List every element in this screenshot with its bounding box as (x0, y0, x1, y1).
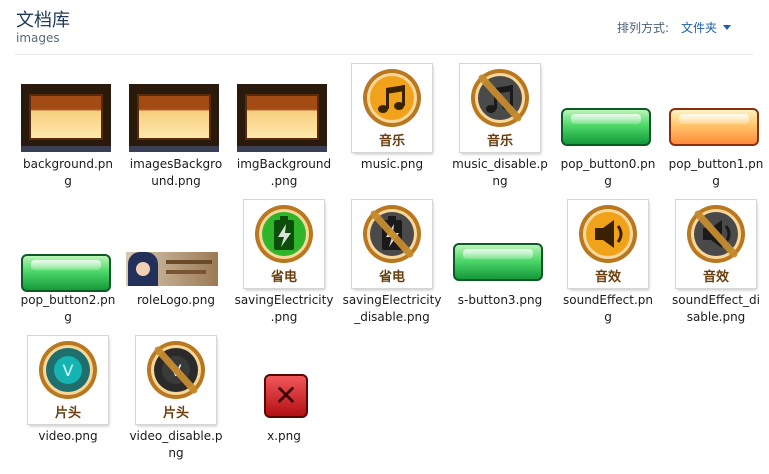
icon-caption: 音乐 (486, 134, 513, 149)
file-thumbnail[interactable]: 省电 (232, 198, 336, 292)
file-name-label[interactable]: x.png (232, 428, 336, 445)
file-thumbnail[interactable]: ✕ (232, 334, 336, 428)
file-item[interactable]: imagesBackgro und.png (124, 62, 228, 190)
file-thumbnail[interactable] (16, 62, 120, 156)
file-thumbnail[interactable]: V 片头 (124, 334, 228, 428)
green-button-preview (561, 108, 651, 146)
battery-icon: 省电 (352, 200, 432, 288)
file-name-label[interactable]: soundEffect.pn g (556, 292, 660, 326)
file-name-label[interactable]: savingElectricity _disable.png (340, 292, 444, 326)
background-image-thumbnail (21, 84, 111, 152)
file-name-label[interactable]: soundEffect_di sable.png (664, 292, 768, 326)
file-name-label[interactable]: music.png (340, 156, 444, 173)
file-name-label[interactable]: pop_button2.pn g (16, 292, 120, 326)
arrange-by-dropdown[interactable]: 文件夹 (681, 21, 717, 35)
file-thumbnail[interactable]: V 片头 (16, 334, 120, 428)
arrange-by-label: 排列方式: (616, 21, 669, 35)
icon-caption: 音效 (594, 270, 621, 285)
file-thumbnail[interactable]: 省电 (340, 198, 444, 292)
file-item[interactable]: roleLogo.png (124, 198, 228, 309)
file-thumbnail[interactable] (16, 198, 120, 292)
file-thumbnail[interactable] (232, 62, 336, 156)
icon-caption: 片头 (162, 406, 189, 421)
file-item[interactable]: V 片头 video_disable.png (124, 334, 228, 462)
file-name-label[interactable]: s-button3.png (448, 292, 552, 309)
library-header: 文档库 images 排列方式: 文件夹 (0, 0, 769, 54)
file-thumbnail[interactable] (448, 198, 552, 292)
icon-caption: 音效 (702, 270, 729, 285)
music-icon: 音乐 (460, 64, 540, 152)
file-name-label[interactable]: pop_button0.pn g (556, 156, 660, 190)
file-item[interactable]: 省电 savingElectricity .png (232, 198, 336, 326)
orange-button-preview (669, 108, 759, 146)
speaker-icon: 音效 (568, 200, 648, 288)
file-item[interactable]: pop_button0.pn g (556, 62, 660, 190)
file-thumbnail[interactable] (124, 62, 228, 156)
file-item[interactable]: pop_button1.pn g (664, 62, 768, 190)
file-item[interactable]: s-button3.png (448, 198, 552, 309)
file-item[interactable]: V 片头 video.png (16, 334, 120, 445)
battery-icon: 省电 (244, 200, 324, 288)
background-image-thumbnail (129, 84, 219, 152)
file-item[interactable]: ✕ x.png (232, 334, 336, 445)
file-item[interactable]: 音效 soundEffect.pn g (556, 198, 660, 326)
speaker-icon: 音效 (676, 200, 756, 288)
file-thumbnail[interactable]: 音乐 (448, 62, 552, 156)
file-item[interactable]: 音乐 music.png (340, 62, 444, 173)
file-thumbnail[interactable] (664, 62, 768, 156)
icon-caption: 片头 (54, 406, 81, 421)
file-item[interactable]: imgBackground .png (232, 62, 336, 190)
file-thumbnail[interactable] (124, 198, 228, 292)
file-thumbnail[interactable] (556, 62, 660, 156)
close-icon: ✕ (264, 374, 308, 418)
icon-caption: 省电 (270, 270, 297, 285)
icon-caption: 音乐 (378, 134, 405, 149)
file-thumbnail[interactable]: 音效 (664, 198, 768, 292)
icon-caption: 省电 (378, 270, 405, 285)
green-button-preview (21, 254, 111, 292)
background-image-thumbnail (237, 84, 327, 152)
file-name-label[interactable]: video.png (16, 428, 120, 445)
file-name-label[interactable]: music_disable.p ng (448, 156, 552, 190)
close-glyph: ✕ (274, 379, 298, 412)
file-name-label[interactable]: pop_button1.pn g (664, 156, 768, 190)
video-icon: V 片头 (136, 336, 216, 424)
file-item[interactable]: background.pn g (16, 62, 120, 190)
file-thumbnail[interactable]: 音乐 (340, 62, 444, 156)
header-divider (15, 54, 753, 55)
green-button-preview (453, 243, 543, 281)
file-name-label[interactable]: imagesBackgro und.png (124, 156, 228, 190)
video-icon: V 片头 (28, 336, 108, 424)
file-item[interactable]: 省电 savingElectricity _disable.png (340, 198, 444, 326)
file-name-label[interactable]: savingElectricity .png (232, 292, 336, 326)
file-name-label[interactable]: imgBackground .png (232, 156, 336, 190)
file-item[interactable]: 音乐 music_disable.p ng (448, 62, 552, 190)
svg-text:V: V (63, 361, 74, 380)
file-item[interactable]: 音效 soundEffect_di sable.png (664, 198, 768, 326)
folder-name: images (16, 31, 60, 45)
file-name-label[interactable]: video_disable.p ng (124, 428, 228, 462)
arrange-by: 排列方式: 文件夹 (617, 19, 731, 36)
file-name-label[interactable]: background.pn g (16, 156, 120, 190)
library-title: 文档库 (16, 10, 70, 31)
role-logo-thumbnail (126, 252, 218, 286)
chevron-down-icon[interactable] (723, 25, 731, 30)
file-thumbnail[interactable]: 音效 (556, 198, 660, 292)
file-item[interactable]: pop_button2.pn g (16, 198, 120, 326)
music-icon: 音乐 (352, 64, 432, 152)
file-name-label[interactable]: roleLogo.png (124, 292, 228, 309)
